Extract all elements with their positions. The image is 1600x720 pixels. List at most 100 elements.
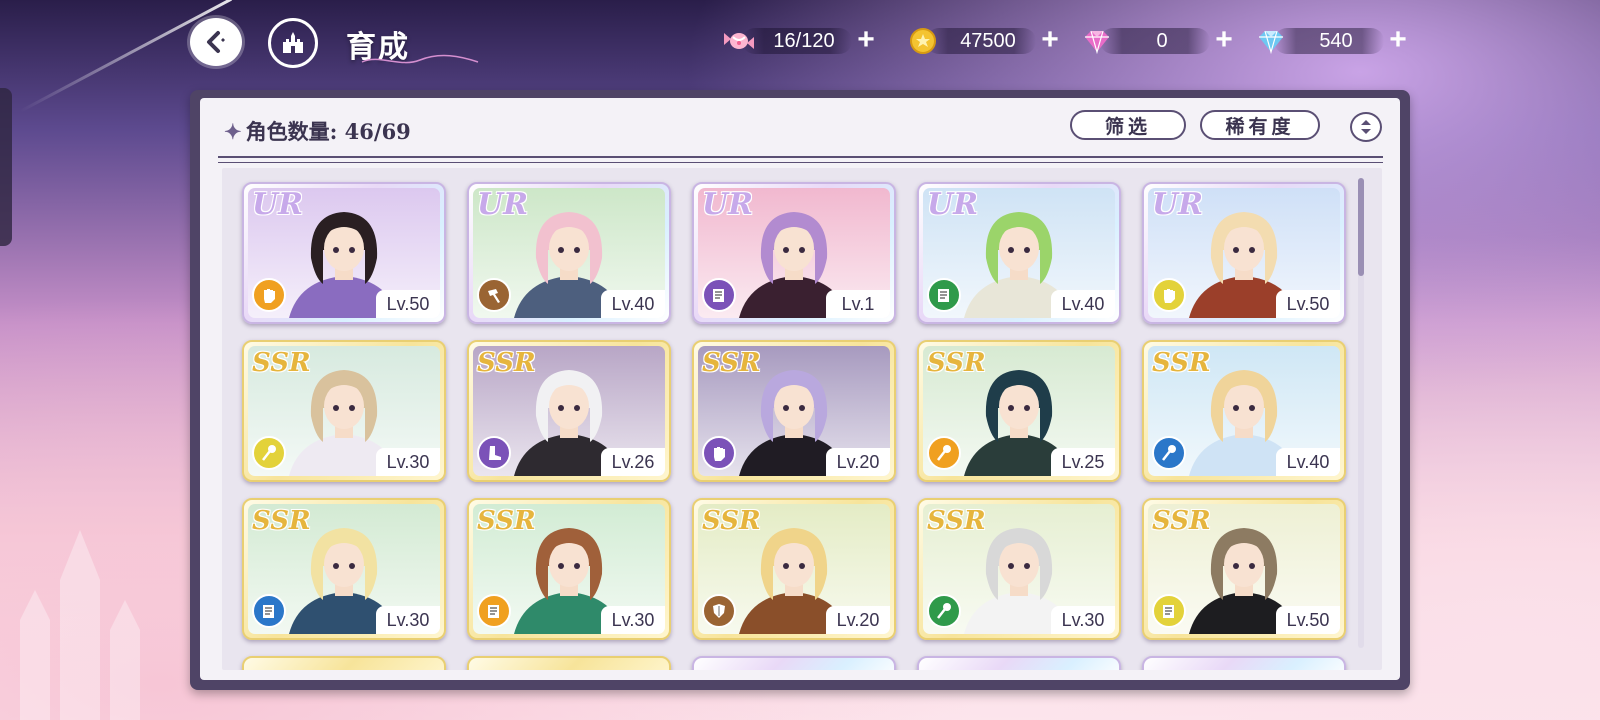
character-portrait: SSR Lv.50: [1148, 504, 1340, 634]
level-label: Lv.30: [601, 606, 665, 634]
character-portrait: UR Lv.50: [248, 188, 440, 318]
level-label: Lv.40: [1051, 290, 1115, 318]
blue-diamond-icon: [1254, 26, 1288, 56]
staff-icon: [927, 436, 961, 470]
level-label: Lv.20: [826, 606, 890, 634]
character-portrait: UR Lv.1: [698, 188, 890, 318]
character-portrait: SSR Lv.30: [248, 346, 440, 476]
character-portrait: UR Lv.40: [923, 188, 1115, 318]
character-card-partial[interactable]: [692, 656, 896, 670]
shield-icon: [702, 594, 736, 628]
character-portrait: SSR Lv.30: [473, 504, 665, 634]
character-card[interactable]: UR Lv.50: [1142, 182, 1346, 324]
gold-resource: 47500 +: [906, 25, 1066, 56]
back-arrow-icon: [207, 31, 225, 53]
rarity-badge: SSR: [1152, 506, 1211, 536]
candy-icon: [722, 26, 756, 56]
character-card-partial[interactable]: [1142, 656, 1346, 670]
home-button[interactable]: [268, 18, 318, 68]
boot-icon: [477, 436, 511, 470]
add-gold-button[interactable]: +: [1036, 25, 1064, 56]
level-label: Lv.50: [1276, 606, 1340, 634]
level-label: Lv.40: [1276, 448, 1340, 476]
rarity-sort-button[interactable]: 稀有度: [1200, 110, 1320, 140]
blue-diamond-resource: 540 +: [1254, 25, 1414, 56]
gold-value: 47500: [960, 30, 1016, 52]
panel-header: ✦ 角色数量: 46/69 筛选 稀有度: [200, 98, 1400, 154]
rarity-badge: UR: [927, 188, 979, 222]
character-card[interactable]: SSR Lv.50: [1142, 498, 1346, 640]
gold-coin-icon: [906, 26, 940, 56]
rarity-badge: SSR: [477, 348, 536, 378]
character-grid[interactable]: UR Lv.50 UR Lv.40 UR Lv.1 UR Lv.40 UR Lv.50 SSR Lv.…: [222, 168, 1382, 670]
character-portrait: UR Lv.50: [1148, 188, 1340, 318]
fist-icon: [1152, 278, 1186, 312]
level-label: Lv.1: [826, 290, 890, 318]
level-label: Lv.30: [376, 606, 440, 634]
side-drawer-tab[interactable]: [0, 88, 12, 246]
character-portrait: SSR Lv.25: [923, 346, 1115, 476]
character-portrait: SSR Lv.20: [698, 504, 890, 634]
character-portrait: UR Lv.40: [473, 188, 665, 318]
sparkle-icon: ✦: [224, 119, 242, 144]
grid-scrollbar[interactable]: [1358, 178, 1364, 648]
character-card[interactable]: UR Lv.50: [242, 182, 446, 324]
character-card[interactable]: SSR Lv.40: [1142, 340, 1346, 482]
castle-silhouette: [20, 530, 140, 720]
scrollbar-thumb[interactable]: [1358, 178, 1364, 276]
top-bar: 育成 16/120 + 47500 + 0 + 540 +: [0, 0, 1600, 86]
rarity-badge: SSR: [927, 506, 986, 536]
add-blue-diamond-button[interactable]: +: [1384, 25, 1412, 56]
book-icon: [477, 594, 511, 628]
character-panel-inner: ✦ 角色数量: 46/69 筛选 稀有度 UR Lv.50 UR Lv.40 UR Lv.1…: [200, 98, 1400, 680]
pink-diamond-icon: [1080, 26, 1114, 56]
character-card[interactable]: SSR Lv.30: [242, 498, 446, 640]
book-icon: [252, 594, 286, 628]
hammer-icon: [477, 278, 511, 312]
character-card[interactable]: UR Lv.40: [917, 182, 1121, 324]
fist-icon: [252, 278, 286, 312]
rarity-badge: SSR: [927, 348, 986, 378]
back-button[interactable]: [190, 18, 242, 66]
rarity-badge: SSR: [702, 348, 761, 378]
character-card[interactable]: SSR Lv.26: [467, 340, 671, 482]
character-card-partial[interactable]: [917, 656, 1121, 670]
rarity-badge: SSR: [477, 506, 536, 536]
filter-button[interactable]: 筛选: [1070, 110, 1186, 140]
character-portrait: SSR Lv.40: [1148, 346, 1340, 476]
rarity-badge: UR: [477, 188, 529, 222]
character-card-partial[interactable]: [242, 656, 446, 670]
staff-icon: [252, 436, 286, 470]
level-label: Lv.30: [376, 448, 440, 476]
character-card[interactable]: SSR Lv.25: [917, 340, 1121, 482]
add-pink-diamond-button[interactable]: +: [1210, 25, 1238, 56]
character-card-partial[interactable]: [467, 656, 671, 670]
character-card[interactable]: UR Lv.1: [692, 182, 896, 324]
level-label: Lv.30: [1051, 606, 1115, 634]
title-flourish: [361, 54, 479, 64]
sort-order-button[interactable]: [1350, 112, 1382, 142]
rarity-badge: UR: [702, 188, 754, 222]
level-label: Lv.25: [1051, 448, 1115, 476]
book-icon: [927, 278, 961, 312]
book-icon: [702, 278, 736, 312]
rarity-badge: SSR: [1152, 348, 1211, 378]
character-card[interactable]: SSR Lv.20: [692, 498, 896, 640]
character-portrait: SSR Lv.20: [698, 346, 890, 476]
character-count-text: 角色数量: 46/69: [245, 119, 411, 144]
staff-icon: [927, 594, 961, 628]
character-card[interactable]: SSR Lv.30: [917, 498, 1121, 640]
header-divider: [218, 156, 1383, 163]
pink-diamond-value: 0: [1156, 30, 1168, 52]
blue-diamond-value: 540: [1319, 30, 1353, 52]
character-card[interactable]: SSR Lv.30: [467, 498, 671, 640]
staff-icon: [1152, 436, 1186, 470]
character-card[interactable]: UR Lv.40: [467, 182, 671, 324]
add-candy-button[interactable]: +: [852, 25, 880, 56]
character-count: ✦ 角色数量: 46/69: [224, 116, 411, 146]
character-card[interactable]: SSR Lv.20: [692, 340, 896, 482]
character-portrait: SSR Lv.30: [923, 504, 1115, 634]
character-card[interactable]: SSR Lv.30: [242, 340, 446, 482]
rarity-badge: SSR: [252, 348, 311, 378]
level-label: Lv.26: [601, 448, 665, 476]
